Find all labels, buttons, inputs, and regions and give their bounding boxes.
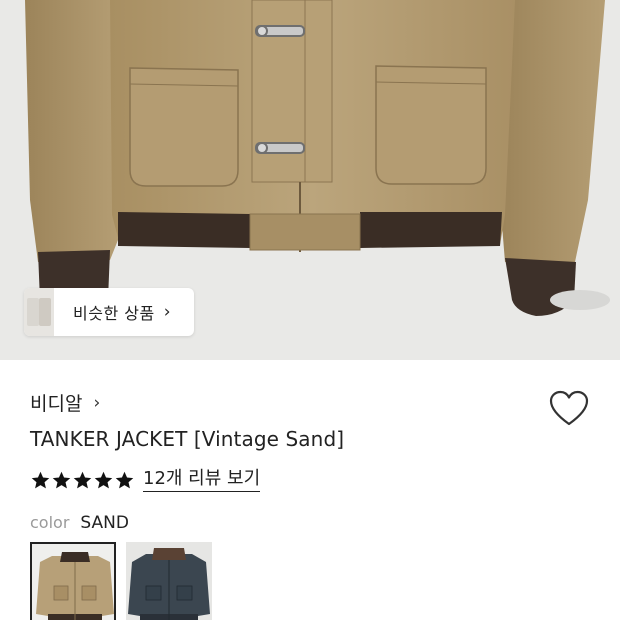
sand-jacket-thumbnail [32,544,114,620]
color-swatch-navy[interactable] [126,542,212,620]
brand-link[interactable]: 비디알 › [30,389,100,416]
star-icon [52,471,71,488]
navy-jacket-thumbnail [126,542,212,620]
product-title: TANKER JACKET [Vintage Sand] [30,427,345,451]
star-icon [73,471,92,488]
similar-products-label: 비슷한 상품 [73,304,155,323]
star-icon [94,471,113,488]
star-icon [31,471,50,488]
heart-icon[interactable] [549,390,589,428]
reviews-link[interactable]: 12개 리뷰 보기 [143,468,261,492]
rating-stars [30,470,135,491]
color-label: color [30,513,70,532]
color-selector-header: color SAND [30,513,129,533]
color-value: SAND [80,513,129,533]
similar-products-button[interactable]: 비슷한 상품 › [24,288,194,336]
brand-name: 비디알 [30,393,83,415]
color-swatch-sand[interactable] [30,542,116,620]
similar-product-thumbnail [24,288,54,336]
chevron-right-icon: › [93,392,101,413]
chevron-right-icon: › [163,302,171,322]
star-icon [115,471,134,488]
rating-row: 12개 리뷰 보기 [30,468,261,492]
product-hero-image[interactable]: 비슷한 상품 › [0,0,620,360]
